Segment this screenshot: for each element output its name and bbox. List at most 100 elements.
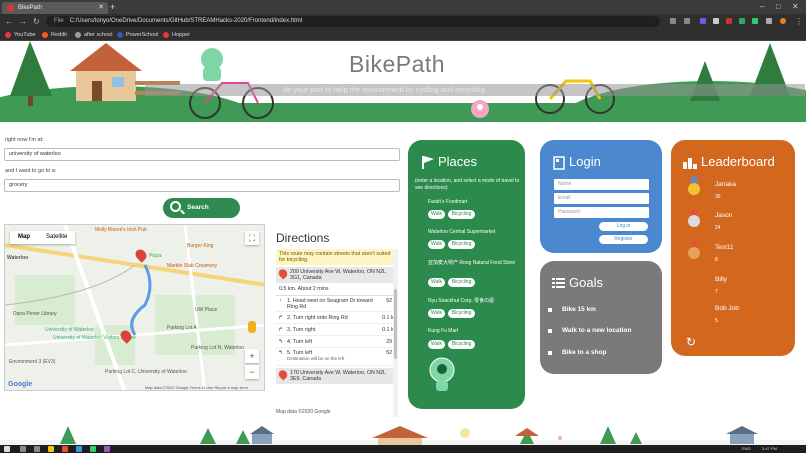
url-scheme: File (54, 18, 64, 24)
head-icon: ↑ (279, 298, 282, 304)
tab-close-icon[interactable]: ✕ (98, 2, 104, 14)
taskbar-app-icon[interactable] (48, 446, 54, 452)
directions-panel: This route may contain streets that aren… (276, 249, 398, 417)
places-card: Places (enter a location, and select a m… (408, 140, 525, 409)
leader-score: 7 (715, 289, 718, 295)
bookmark-label: PowerSchool (126, 32, 159, 38)
extension-icon[interactable] (726, 18, 732, 24)
end-address[interactable]: 170 University Ave W, Waterloo, ON N2L 3… (276, 368, 398, 384)
walk-button[interactable]: Walk (428, 340, 445, 349)
start-marker-icon (276, 267, 290, 280)
bicycling-button[interactable]: Bicycling (448, 210, 475, 219)
windows-start-icon[interactable] (4, 446, 10, 452)
step-number: 3. (287, 327, 292, 333)
directions-scrollbar[interactable] (393, 249, 398, 417)
back-icon[interactable]: ← (5, 16, 13, 27)
direction-step[interactable]: ↱ 2. Turn right onto Ring Rd 0.1 km (276, 312, 398, 324)
scrollbar-thumb[interactable] (394, 289, 397, 359)
taskbar-app-icon[interactable] (104, 446, 110, 452)
directions-map-data: Map data ©2020 Google (276, 409, 331, 415)
taskbar-app-icon[interactable] (34, 446, 40, 452)
name-field[interactable]: Name (554, 179, 649, 190)
start-address[interactable]: 200 University Ave W, Waterloo, ON N2L 3… (276, 267, 398, 283)
zoom-in-icon[interactable]: + (245, 349, 259, 363)
turn-left-icon: ↰ (278, 339, 283, 345)
refresh-icon[interactable]: ↻ (686, 335, 696, 349)
place-name: Waterloo Central Supermarket (428, 229, 496, 235)
new-tab-icon[interactable]: + (110, 2, 115, 12)
map-type-toggle: Map Satellite (10, 231, 76, 244)
turn-right-icon: ↱ (278, 315, 283, 321)
menu-icon[interactable]: ⋮ (795, 16, 803, 27)
extensions-puzzle-icon[interactable] (766, 18, 772, 24)
bookmark-hopper[interactable]: Hopper (163, 31, 190, 39)
maximize-icon[interactable]: □ (776, 1, 781, 13)
extension-icon[interactable] (713, 18, 719, 24)
destination-input[interactable]: grocery (4, 179, 400, 192)
bicycling-button[interactable]: Bicycling (448, 340, 475, 349)
leader-score: 24 (715, 225, 721, 231)
bicycling-button[interactable]: Bicycling (448, 309, 475, 318)
bookmark-label: Hopper (172, 32, 191, 38)
bookmark-after-school[interactable]: after school (75, 31, 112, 39)
taskbar-clock: 2:47 PM (762, 446, 777, 451)
tab-title: BikePath (18, 5, 43, 11)
taskbar-app-icon[interactable] (90, 446, 96, 452)
walk-button[interactable]: Walk (428, 309, 445, 318)
map-toggle-satellite[interactable]: Satellite (38, 231, 75, 244)
zoom-icon[interactable] (670, 18, 676, 24)
map-label: Molly Bloom's Irish Pub (95, 227, 147, 233)
tab-bikepath[interactable]: BikePath ✕ (2, 2, 108, 14)
register-button[interactable]: Register (599, 235, 648, 244)
route-map[interactable]: Map Satellite ⛶ Molly Bloom's Irish Pub B… (4, 224, 265, 391)
password-field[interactable]: Password (554, 207, 649, 218)
step-number: 2. (287, 315, 292, 321)
extension-icon[interactable] (739, 18, 745, 24)
minimize-icon[interactable]: – (760, 1, 764, 13)
walk-button[interactable]: Walk (428, 210, 445, 219)
direction-step[interactable]: ↱ 3. Turn right 0.1 km (276, 324, 398, 336)
extension-icon[interactable] (752, 18, 758, 24)
places-intro: (enter a location, and select a mode of … (415, 178, 520, 191)
folder-icon (75, 32, 81, 38)
map-label: UW Place (195, 307, 218, 313)
map-toggle-map[interactable]: Map (10, 231, 38, 244)
bookmark-star-icon[interactable] (684, 18, 690, 24)
direction-step[interactable]: ↰ 5. Turn left Destination will be on the … (276, 348, 398, 366)
bicycling-button[interactable]: Bicycling (448, 240, 475, 249)
walk-button[interactable]: Walk (428, 278, 445, 287)
browser-tabstrip: BikePath ✕ + – □ ✕ (0, 0, 806, 14)
fullscreen-icon[interactable]: ⛶ (245, 231, 259, 245)
walk-button[interactable]: Walk (428, 240, 445, 249)
bookmark-reddit[interactable]: Reddit (42, 31, 67, 39)
taskbar-app-icon[interactable] (20, 446, 26, 452)
url-field[interactable]: File C:/Users/tonyo/OneDrive/Documents/Gi… (46, 16, 660, 27)
bookmark-powerschool[interactable]: PowerSchool (117, 31, 158, 39)
origin-label: right now I'm at: (5, 137, 44, 143)
taskbar-app-icon[interactable] (62, 446, 68, 452)
podium-icon (683, 158, 697, 169)
bookmark-label: after school (84, 32, 113, 38)
reload-icon[interactable]: ↻ (33, 16, 40, 27)
login-button[interactable]: Log in (599, 222, 648, 231)
email-field[interactable]: Email (554, 193, 649, 204)
zoom-out-icon[interactable]: − (245, 365, 259, 379)
place-name: Farah's Foodmart (428, 199, 468, 205)
taskbar-app-icon[interactable] (76, 446, 82, 452)
close-window-icon[interactable]: ✕ (792, 1, 799, 13)
profile-avatar-icon[interactable] (780, 18, 786, 24)
extension-icon[interactable] (700, 18, 706, 24)
direction-step[interactable]: ↰4. Turn left29 m (276, 336, 398, 348)
direction-step[interactable]: ↑ 1. Head west on Seagram Dr toward Ring … (276, 296, 398, 312)
origin-input[interactable]: university of waterloo (4, 148, 400, 161)
leaderboard-card: Leaderboard Janaka 35 Jason 24 Test11 8 … (671, 140, 795, 356)
place-name: 亚加麦大特产 Rong Natural Food Store (428, 260, 515, 266)
directions-title: Directions (276, 231, 330, 245)
silver-medal-icon (688, 209, 700, 227)
search-button[interactable]: Search (163, 198, 240, 218)
bookmark-youtube[interactable]: YouTube (5, 31, 36, 39)
step-text: Turn right onto Ring Rd (292, 315, 348, 321)
pegman-icon[interactable] (248, 321, 256, 333)
forward-icon[interactable]: → (19, 16, 27, 27)
bicycling-button[interactable]: Bicycling (448, 278, 475, 287)
